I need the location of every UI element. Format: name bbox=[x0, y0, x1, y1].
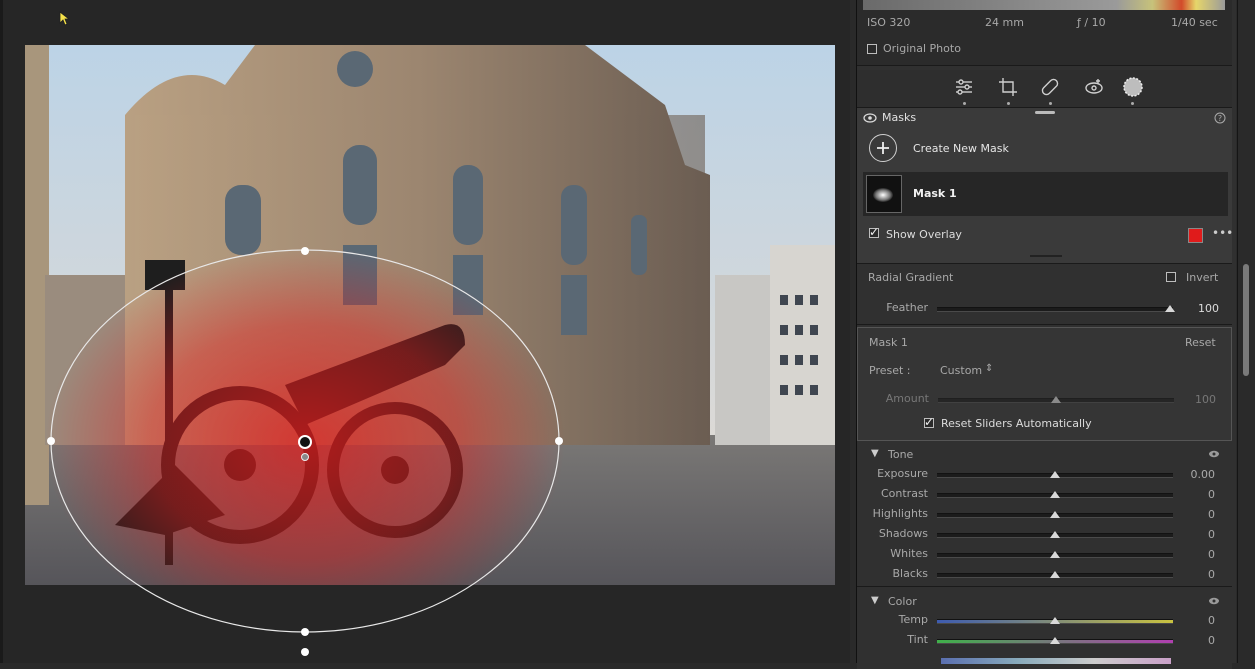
collapse-triangle-icon[interactable]: ▼ bbox=[871, 595, 879, 606]
updown-arrows-icon[interactable]: ⇕ bbox=[985, 363, 993, 374]
checkmark-icon: ✓ bbox=[924, 415, 935, 429]
radial-gradient-ellipse[interactable] bbox=[3, 0, 853, 663]
feather-slider-track[interactable] bbox=[937, 307, 1173, 312]
eye-icon[interactable] bbox=[1208, 450, 1220, 458]
slider-label-tint: Tint bbox=[907, 633, 928, 646]
slider-thumb-whites[interactable] bbox=[1050, 551, 1060, 558]
mask-settings-title: Mask 1 bbox=[869, 336, 908, 349]
slider-value-tint[interactable]: 0 bbox=[1167, 634, 1215, 647]
help-icon[interactable]: ? bbox=[1214, 112, 1226, 124]
ellipse-handle-top bbox=[301, 247, 309, 255]
aperture: ƒ / 10 bbox=[1077, 16, 1106, 29]
amount-slider-thumb[interactable] bbox=[1051, 396, 1061, 403]
slider-value-shadows[interactable]: 0 bbox=[1167, 528, 1215, 541]
radial-gradient-section: Radial Gradient Invert Feather 100 bbox=[857, 265, 1232, 325]
slider-label-whites: Whites bbox=[890, 547, 928, 560]
ellipse-handle-bottom bbox=[301, 628, 309, 636]
tone-section: ▼ Tone Exposure 0.00 Contrast 0 Highlights 0 S… bbox=[857, 443, 1232, 587]
mask-item-1[interactable]: Mask 1 bbox=[863, 172, 1228, 216]
masks-title: Masks bbox=[882, 111, 917, 124]
amount-value[interactable]: 100 bbox=[1168, 393, 1216, 406]
preset-select[interactable]: Custom bbox=[940, 364, 982, 377]
amount-label: Amount bbox=[885, 392, 929, 405]
histogram bbox=[863, 0, 1225, 10]
invert-label: Invert bbox=[1186, 271, 1219, 284]
eye-icon[interactable] bbox=[863, 113, 877, 123]
right-panel: ISO 320 24 mm ƒ / 10 1/40 sec Original P… bbox=[856, 0, 1236, 669]
slider-label-blacks: Blacks bbox=[892, 567, 929, 580]
slider-label-shadows: Shadows bbox=[878, 527, 928, 540]
divider-handle[interactable] bbox=[1030, 255, 1062, 257]
ellipse-feather-handle bbox=[301, 453, 309, 461]
photo-canvas[interactable] bbox=[0, 0, 850, 663]
collapse-triangle-icon[interactable]: ▼ bbox=[871, 448, 879, 459]
slider-value-whites[interactable]: 0 bbox=[1167, 548, 1215, 561]
overlay-color-swatch[interactable] bbox=[1188, 228, 1203, 243]
feather-value[interactable]: 100 bbox=[1171, 302, 1219, 315]
create-mask-label[interactable]: Create New Mask bbox=[913, 142, 1009, 155]
color-section: ▼ Color Temp 0 Tint 0 bbox=[857, 589, 1232, 669]
masking-icon[interactable] bbox=[1122, 76, 1144, 98]
crop-icon[interactable] bbox=[998, 77, 1018, 97]
reset-button[interactable]: Reset bbox=[1185, 336, 1216, 349]
invert-checkbox[interactable] bbox=[1166, 272, 1176, 282]
slider-thumb-exposure[interactable] bbox=[1050, 471, 1060, 478]
slider-value-blacks[interactable]: 0 bbox=[1167, 568, 1215, 581]
slider-value-highlights[interactable]: 0 bbox=[1167, 508, 1215, 521]
slider-label-highlights: Highlights bbox=[872, 507, 928, 520]
reset-sliders-label: Reset Sliders Automatically bbox=[941, 417, 1092, 430]
slider-thumb-tint[interactable] bbox=[1050, 637, 1060, 644]
eye-icon[interactable] bbox=[1208, 597, 1220, 605]
tool-strip bbox=[857, 70, 1232, 108]
original-photo-checkbox[interactable] bbox=[867, 44, 877, 54]
slider-label-exposure: Exposure bbox=[877, 467, 928, 480]
iso-value: ISO 320 bbox=[867, 16, 911, 29]
mask-settings-section: Mask 1 Reset Preset : Custom ⇕ Amount 10… bbox=[857, 327, 1232, 441]
feather-label: Feather bbox=[886, 301, 928, 314]
slider-label-temp: Temp bbox=[898, 613, 928, 626]
mask-list: Create New Mask Mask 1 ✓ Show Overlay ••… bbox=[857, 128, 1233, 264]
checkmark-icon: ✓ bbox=[869, 225, 880, 239]
scrollbar-thumb[interactable] bbox=[1243, 264, 1249, 376]
show-overlay-label: Show Overlay bbox=[886, 228, 962, 241]
mask-item-label: Mask 1 bbox=[913, 187, 957, 200]
preset-label: Preset : bbox=[869, 364, 911, 377]
tone-title: Tone bbox=[888, 448, 914, 461]
svg-text:?: ? bbox=[1218, 114, 1222, 123]
ellipse-handle-left bbox=[47, 437, 55, 445]
slider-thumb-contrast[interactable] bbox=[1050, 491, 1060, 498]
slider-thumb-shadows[interactable] bbox=[1050, 531, 1060, 538]
red-eye-icon[interactable] bbox=[1084, 77, 1104, 97]
ellipse-center-pin bbox=[298, 435, 312, 449]
original-photo-label: Original Photo bbox=[883, 42, 961, 55]
masks-header[interactable]: Masks ? bbox=[857, 108, 1232, 128]
ellipse-rotate-handle bbox=[301, 648, 309, 656]
create-mask-button[interactable] bbox=[869, 134, 897, 162]
radial-gradient-title: Radial Gradient bbox=[868, 271, 954, 284]
plus-icon bbox=[877, 142, 889, 154]
slider-value-temp[interactable]: 0 bbox=[1167, 614, 1215, 627]
panel-scrollbar[interactable] bbox=[1237, 0, 1255, 663]
healing-bandage-icon[interactable] bbox=[1040, 77, 1060, 97]
slider-value-exposure[interactable]: 0.00 bbox=[1167, 468, 1216, 481]
mask-thumbnail bbox=[866, 175, 902, 213]
shutter-speed: 1/40 sec bbox=[1171, 16, 1218, 29]
ellipse-handle-right bbox=[555, 437, 563, 445]
more-options-icon[interactable]: ••• bbox=[1212, 226, 1233, 240]
edit-sliders-icon[interactable] bbox=[954, 77, 974, 97]
panel-drag-handle[interactable] bbox=[1035, 111, 1055, 114]
focal-length: 24 mm bbox=[985, 16, 1024, 29]
photo-info-section: ISO 320 24 mm ƒ / 10 1/40 sec Original P… bbox=[857, 0, 1232, 66]
slider-thumb-blacks[interactable] bbox=[1050, 571, 1060, 578]
color-title: Color bbox=[888, 595, 917, 608]
slider-thumb-highlights[interactable] bbox=[1050, 511, 1060, 518]
slider-thumb-temp[interactable] bbox=[1050, 617, 1060, 624]
hue-strip bbox=[941, 658, 1171, 664]
slider-label-contrast: Contrast bbox=[880, 487, 928, 500]
slider-value-contrast[interactable]: 0 bbox=[1167, 488, 1215, 501]
